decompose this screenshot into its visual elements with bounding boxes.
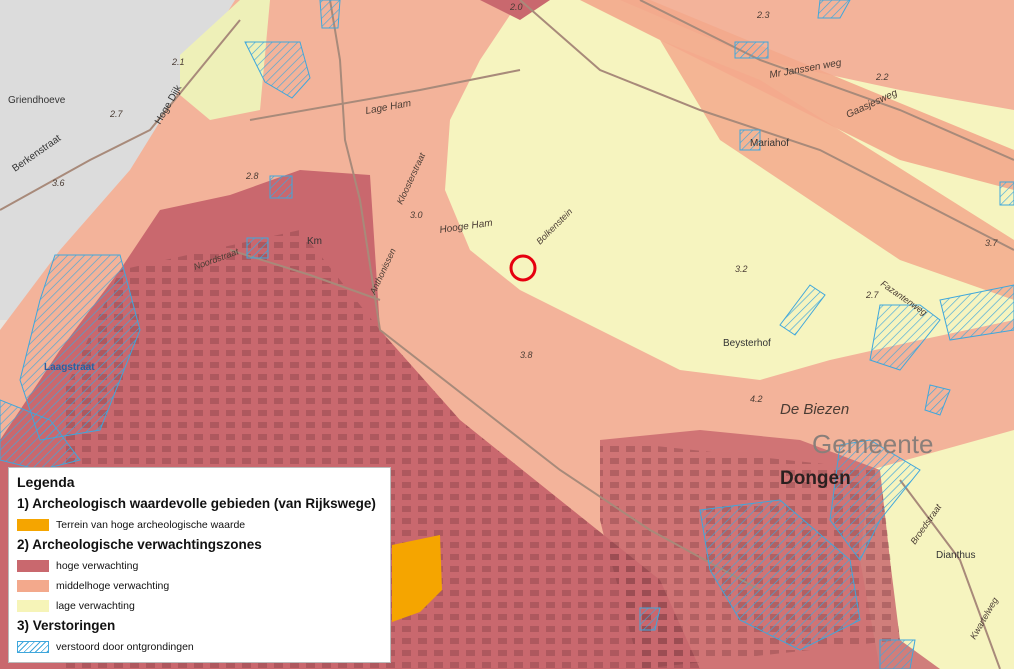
label-km: Km [307, 236, 322, 247]
legend-label: verstoord door ontgrondingen [56, 641, 194, 653]
label-gemeente: Gemeente [812, 429, 933, 459]
height-label: 2.0 [509, 2, 523, 12]
legend-panel: Legenda 1) Archeologisch waardevolle geb… [8, 467, 391, 663]
height-label: 2.8 [245, 171, 259, 181]
legend-section-3: 3) Verstoringen [17, 618, 116, 633]
legend-swatch-orange [17, 519, 49, 531]
legend-swatch-hatch [17, 641, 49, 653]
height-label: 3.2 [735, 264, 748, 274]
height-label: 3.0 [410, 210, 423, 220]
legend-title: Legenda [17, 474, 75, 490]
legend-label: Terrein van hoge archeologische waarde [56, 519, 246, 531]
height-label: 2.7 [109, 109, 124, 119]
legend-item-middel: middelhoge verwachting [17, 576, 382, 596]
label-dianthus: Dianthus [936, 550, 975, 561]
legend-item-hoge-waarde: Terrein van hoge archeologische waarde [17, 515, 382, 535]
height-label: 2.1 [171, 57, 185, 67]
legend-item-lage: lage verwachting [17, 596, 382, 616]
label-mariahof: Mariahof [750, 138, 789, 149]
legend-label: lage verwachting [56, 600, 135, 612]
legend-swatch-red [17, 560, 49, 572]
height-label: 4.2 [750, 394, 763, 404]
legend-item-verstoord: verstoord door ontgrondingen [17, 637, 382, 657]
legend-label: hoge verwachting [56, 560, 139, 572]
legend-swatch-yellow [17, 600, 49, 612]
legend-section-2: 2) Archeologische verwachtingszones [17, 537, 262, 552]
legend-label: middelhoge verwachting [56, 580, 170, 592]
height-label: 2.2 [875, 72, 889, 82]
height-label: 3.8 [520, 350, 533, 360]
height-label: 3.7 [985, 238, 999, 248]
label-laagstraat: Laagstraat [44, 362, 95, 373]
height-label: 2.7 [865, 290, 880, 300]
label-beysterhof: Beysterhof [723, 338, 771, 349]
label-dongen: Dongen [780, 468, 851, 489]
legend-section-1: 1) Archeologisch waardevolle gebieden (v… [17, 496, 376, 511]
label-de-biezen: De Biezen [780, 401, 849, 418]
legend-swatch-salmon [17, 580, 49, 592]
legend-item-hoge: hoge verwachting [17, 556, 382, 576]
label-griendhoeve: Griendhoeve [8, 95, 66, 106]
height-label: 2.3 [756, 10, 770, 20]
height-label: 3.6 [52, 178, 65, 188]
